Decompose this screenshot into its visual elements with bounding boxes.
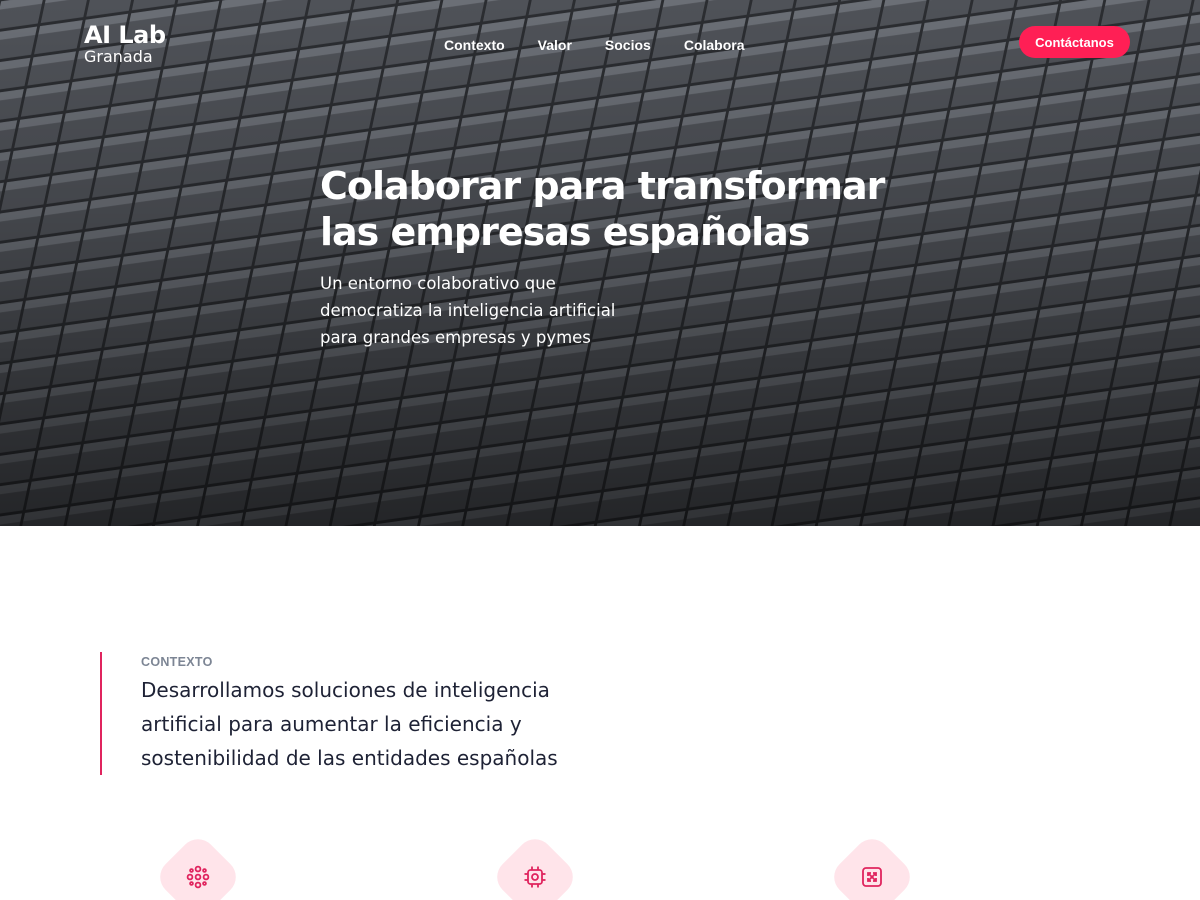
nav-link-socios[interactable]: Socios: [605, 37, 651, 53]
hero-subtitle-line-2: democratiza la inteligencia artificial: [320, 301, 616, 320]
context-accent-bar: [100, 652, 102, 775]
feature-network-badge: [152, 831, 244, 900]
nav-link-valor[interactable]: Valor: [538, 37, 572, 53]
context-text: Desarrollamos soluciones de inteligencia…: [141, 678, 558, 770]
hero-title-line-1: Colaborar para transformar: [320, 164, 885, 208]
logo-subtitle: Granada: [84, 47, 153, 66]
context-label: CONTEXTO: [141, 655, 213, 669]
nav-link-contexto[interactable]: Contexto: [444, 37, 505, 53]
site-logo[interactable]: AI Lab Granada: [84, 23, 166, 65]
hero-subtitle-line-3: para grandes empresas y pymes: [320, 328, 591, 347]
feature-chip-badge: [489, 831, 581, 900]
main-nav: Contexto Valor Socios Colabora: [444, 37, 778, 53]
feature-expand-badge: [826, 831, 918, 900]
expand-icon: [862, 867, 882, 887]
logo-title: AI Lab: [84, 21, 166, 49]
hero-title: Colaborar para transformar las empresas …: [320, 163, 940, 255]
nav-link-colabora[interactable]: Colabora: [684, 37, 745, 53]
hero-section: AI Lab Granada Contexto Valor Socios Col…: [0, 0, 1200, 526]
hero-subtitle: Un entorno colaborativo que democratiza …: [320, 270, 650, 351]
chip-icon: [524, 866, 546, 888]
hero-subtitle-line-1: Un entorno colaborativo que: [320, 274, 556, 293]
network-icon: [186, 865, 210, 889]
contact-button[interactable]: Contáctanos: [1019, 26, 1130, 58]
hero-title-line-2: las empresas españolas: [320, 210, 810, 254]
hero-overlay: [0, 0, 1200, 526]
